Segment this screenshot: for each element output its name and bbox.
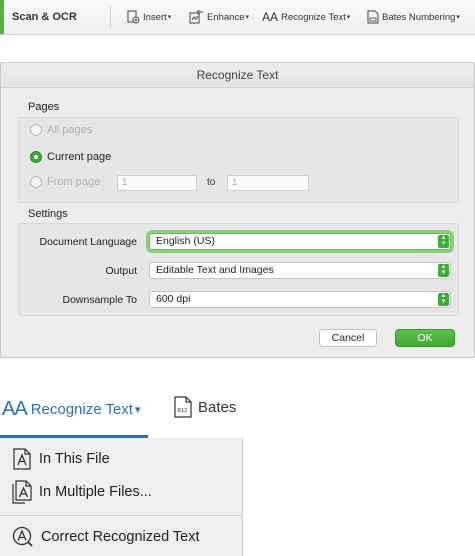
bates-label: Bates: [198, 398, 237, 416]
bates-button[interactable]: 012 Bates: [174, 396, 236, 418]
output-select[interactable]: Editable Text and Images ▴ ▾: [149, 262, 451, 279]
ok-button[interactable]: OK: [395, 329, 455, 347]
recognize-text-button[interactable]: AA Recognize Text ▾: [262, 6, 350, 28]
menu-item-in-this-file[interactable]: In This File: [12, 448, 110, 470]
recognize-text-label: Recognize Text: [281, 11, 346, 23]
radio-current-page[interactable]: Current page: [30, 151, 111, 163]
stepper-icon: ▴ ▾: [438, 292, 449, 306]
radio-from-page[interactable]: From page: [30, 176, 100, 188]
menu-item-in-multiple-files[interactable]: In Multiple Files...: [12, 480, 152, 504]
toolbar-title: Scan & OCR: [12, 11, 77, 23]
document-language-select[interactable]: English (US) ▴ ▾: [149, 233, 451, 250]
output-label: Output: [105, 265, 137, 277]
toolbar-accent: [0, 0, 4, 34]
menu-item-label: Correct Recognized Text: [41, 529, 200, 545]
radio-all-pages-label: All pages: [47, 124, 93, 136]
output-value: Editable Text and Images: [156, 264, 274, 276]
chevron-down-icon: ▾: [134, 404, 141, 416]
insert-button[interactable]: Insert ▾: [126, 6, 171, 28]
bates-numbering-button[interactable]: Bates Numbering ▾: [367, 6, 460, 28]
bates-icon: [367, 10, 379, 24]
file-text-icon: [13, 448, 31, 470]
from-page-input[interactable]: 1: [117, 175, 197, 191]
chevron-down-icon: ▾: [456, 14, 460, 21]
insert-label: Insert: [143, 11, 167, 23]
downsample-select[interactable]: 600 dpi ▴ ▾: [149, 291, 451, 308]
recognize-text-dropdown-menu: In This File In Multiple Files... Correc…: [0, 438, 243, 556]
toolbar-divider: [110, 6, 111, 28]
stepper-icon: ▴ ▾: [438, 263, 449, 277]
settings-heading: Settings: [28, 208, 68, 220]
menu-item-correct-recognized-text[interactable]: Correct Recognized Text: [12, 526, 200, 548]
pages-group: All pages Current page From page 1 to 1: [18, 117, 459, 203]
recognize-text-menu-button[interactable]: AA Recognize Text ▾: [2, 398, 141, 421]
dialog-title: Recognize Text: [1, 63, 474, 88]
recognize-text-dialog: Recognize Text Pages All pages Current p…: [0, 62, 475, 358]
recognize-text-icon: AA: [262, 10, 279, 24]
document-language-label: Document Language: [39, 236, 138, 248]
to-page-input[interactable]: 1: [227, 175, 309, 191]
document-language-value: English (US): [156, 235, 215, 247]
toolbar: Scan & OCR Insert ▾ Enhance ▾ AA Recogni…: [0, 0, 475, 35]
bates-icon-number: 012: [178, 408, 188, 414]
enhance-icon: [189, 10, 203, 24]
multiple-files-icon: [12, 480, 32, 504]
cancel-button[interactable]: Cancel: [319, 329, 377, 347]
correct-text-icon: [12, 526, 33, 547]
radio-button[interactable]: [30, 124, 42, 136]
enhance-label: Enhance: [207, 11, 245, 23]
menu-item-label: In Multiple Files...: [39, 484, 152, 500]
bates-icon: 012: [174, 396, 192, 418]
insert-icon: [127, 10, 140, 24]
radio-button[interactable]: [30, 176, 42, 188]
stepper-icon: ▴ ▾: [438, 234, 449, 248]
radio-current-page-label: Current page: [47, 151, 112, 163]
radio-button-selected[interactable]: [30, 151, 42, 163]
to-label: to: [207, 177, 216, 188]
downsample-label: Downsample To: [62, 294, 137, 306]
menu-divider: [0, 515, 242, 516]
downsample-value: 600 dpi: [156, 293, 191, 305]
radio-all-pages[interactable]: All pages: [30, 124, 92, 136]
chevron-down-icon: ▾: [346, 14, 351, 21]
chevron-down-icon: ▾: [167, 14, 172, 21]
chevron-down-icon: ▾: [245, 14, 250, 21]
bates-numbering-label: Bates Numbering: [382, 11, 456, 23]
recognize-text-label: Recognize Text: [30, 401, 133, 418]
menu-item-label: In This File: [39, 451, 110, 467]
radio-from-page-label: From page: [47, 176, 101, 188]
enhance-button[interactable]: Enhance ▾: [188, 6, 249, 28]
pages-heading: Pages: [28, 101, 60, 113]
recognize-text-icon: AA: [2, 398, 28, 420]
